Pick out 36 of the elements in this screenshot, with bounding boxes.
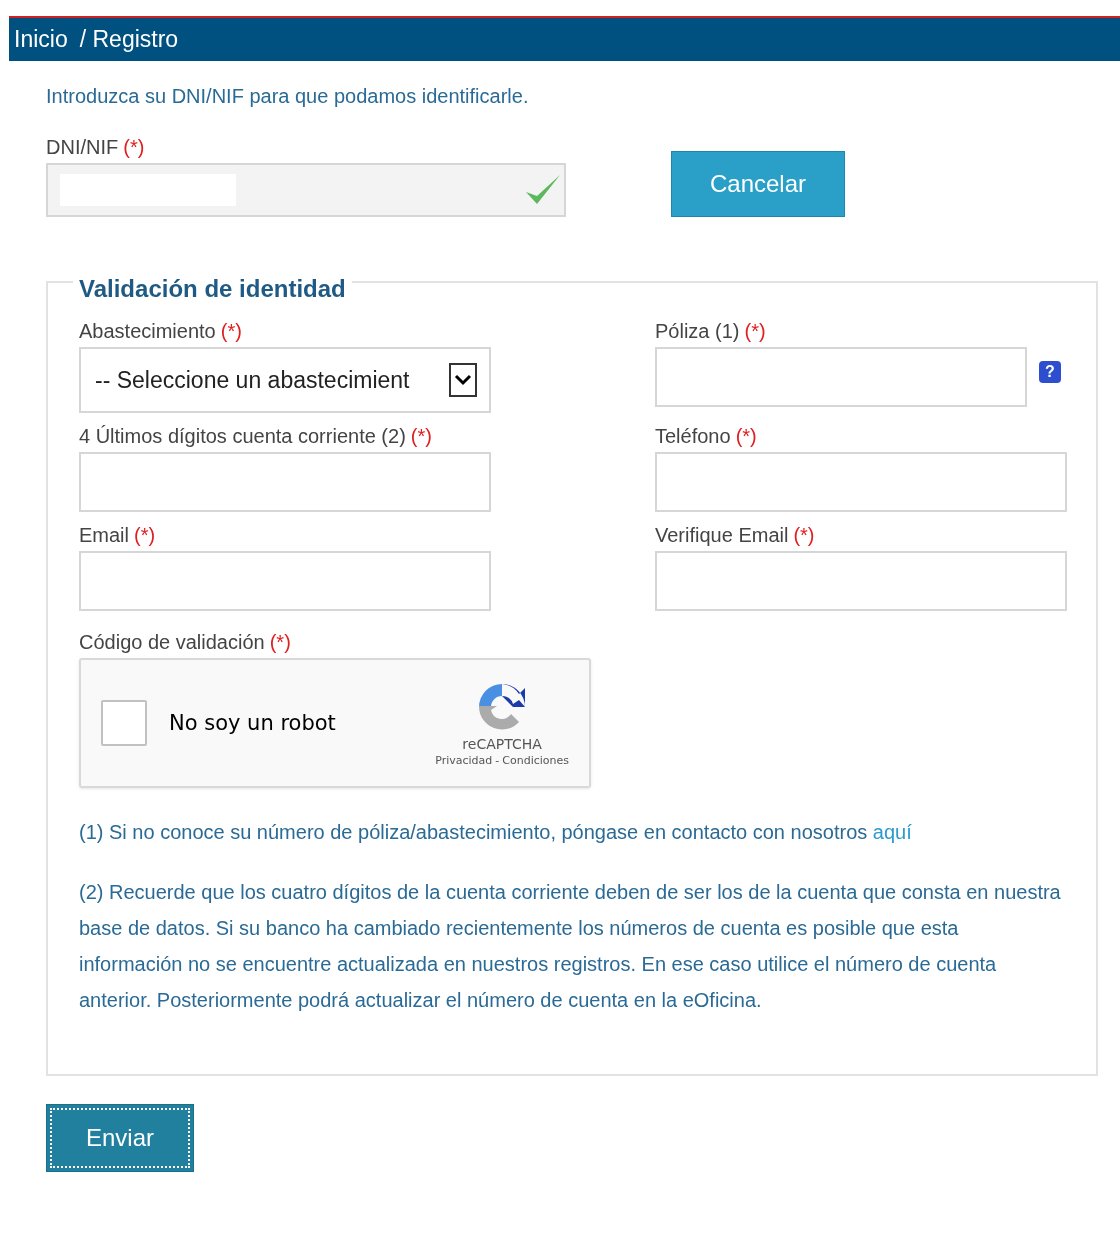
captcha-label: No soy un robot [169, 711, 337, 735]
field-label: Póliza (1) [655, 320, 740, 343]
help-icon[interactable]: ? [1039, 361, 1061, 383]
submit-button[interactable]: Enviar [46, 1104, 194, 1172]
recaptcha-brand: reCAPTCHA [462, 735, 542, 752]
dropdown[interactable]: -- Seleccione un abastecimient [79, 347, 491, 413]
required-mark: (*) [410, 425, 432, 448]
captcha-checkbox[interactable] [101, 700, 147, 746]
dni-field[interactable] [46, 163, 566, 217]
required-mark: (*) [735, 425, 757, 448]
link-separator: - [495, 753, 500, 767]
field-label: Verifique Email [655, 524, 789, 547]
breadcrumb-current: / Registro [79, 26, 179, 53]
field-label: Teléfono [655, 425, 731, 448]
text-field[interactable] [655, 347, 1027, 407]
breadcrumb-link[interactable]: Inicio [14, 26, 68, 53]
footnote-text: (2) Recuerde que los cuatro dígitos de la cuenta corriente deben de ser los de la cuenta que consta en nuestra base de datos. Si su banco ha cambiado recientemente los números de cuenta es posible que esta información no se encuentre actualizada en nuestros registros. En ese caso utilice el número de cuenta anterior. Posteriormente podrá actualizar el número de cuenta en la eOficina. [79, 880, 1062, 1013]
footnote-text: (1) Si no conoce su número de póliza/abastecimiento, póngase en contacto con nosotros aquí [79, 820, 913, 845]
text-field[interactable] [655, 452, 1067, 512]
required-mark: (*) [269, 631, 291, 654]
intro-text: Introduzca su DNI/NIF para que podamos identificarle. [46, 85, 530, 108]
field-label: Código de validación [79, 631, 265, 654]
terms-link[interactable]: Condiciones [502, 753, 569, 767]
text-field[interactable] [79, 452, 491, 512]
field-label: DNI/NIF [46, 136, 119, 159]
required-mark: (*) [134, 524, 156, 547]
field-label: 4 Últimos dígitos cuenta corriente (2) [79, 425, 406, 448]
field-label: Abastecimiento [79, 320, 216, 343]
required-mark: (*) [123, 136, 145, 159]
text-field[interactable] [79, 551, 491, 611]
required-mark: (*) [793, 524, 815, 547]
text-field[interactable] [655, 551, 1067, 611]
privacy-link[interactable]: Privacidad [435, 753, 493, 767]
required-mark: (*) [220, 320, 242, 343]
field-label: Email [79, 524, 129, 547]
required-mark: (*) [744, 320, 766, 343]
